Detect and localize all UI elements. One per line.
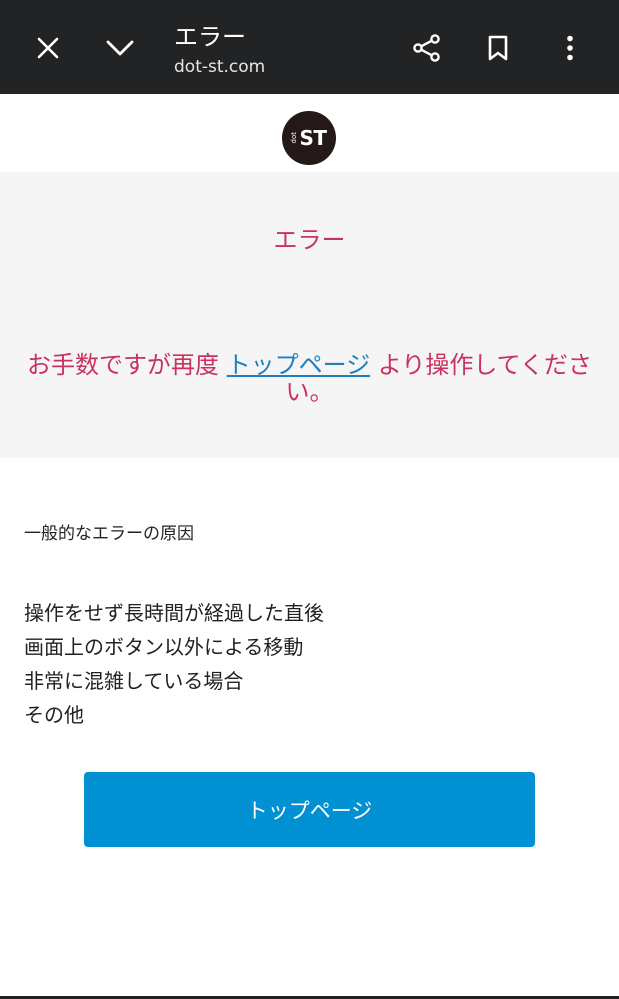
top-page-button[interactable]: トップページ [84,772,535,847]
top-page-link[interactable]: トップページ [227,351,371,379]
error-message: お手数ですが再度 トップページ より操作してください。 [18,352,601,406]
error-title: エラー [273,226,346,254]
list-item: 非常に混雑している場合 [24,669,244,693]
share-icon [413,34,440,62]
list-item: その他 [24,703,84,727]
chevron-down-icon [106,40,134,56]
error-message-before: お手数ですが再度 [27,351,227,379]
list-item: 操作をせず長時間が経過した直後 [24,601,324,625]
list-item: 画面上のボタン以外による移動 [24,635,304,659]
browser-toolbar: エラー dot-st.com [0,0,619,94]
page-title: エラー [174,23,246,51]
site-header: dot ST [0,94,619,172]
bookmark-icon [488,35,508,61]
collapse-button[interactable] [94,22,146,74]
logo-small-text: dot [290,132,299,144]
page-url: dot-st.com [174,57,266,77]
bookmark-button[interactable] [472,22,524,74]
close-icon [37,37,59,59]
error-section: エラー お手数ですが再度 トップページ より操作してください。 [0,172,619,458]
site-logo[interactable]: dot ST [282,111,336,165]
more-vert-icon [567,35,573,61]
close-button[interactable] [22,22,74,74]
more-options-button[interactable] [544,22,596,74]
logo-text: ST [299,126,327,150]
causes-heading: 一般的なエラーの原因 [24,524,194,544]
causes-list: 操作をせず長時間が経過した直後 画面上のボタン以外による移動 非常に混雑している… [24,596,324,732]
share-button[interactable] [401,22,453,74]
page-title-block: エラー dot-st.com [174,22,265,78]
